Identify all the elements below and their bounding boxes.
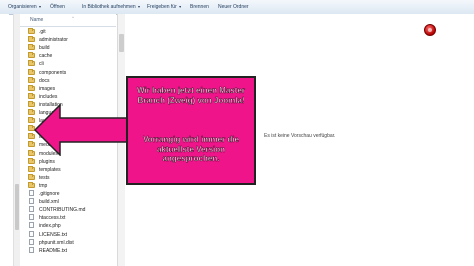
burn-label: Brennen [190, 4, 209, 10]
item-name: CONTRIBUTING.md [39, 207, 86, 214]
share-label: Freigeben für [147, 4, 177, 10]
folder-icon [28, 157, 35, 164]
folder-icon [28, 165, 35, 172]
callout-arrow-shape [34, 104, 130, 156]
file-icon [29, 222, 34, 229]
folder-row[interactable]: plugins [28, 157, 114, 166]
folder-row[interactable]: tmp [28, 181, 114, 190]
folder-icon [28, 181, 35, 188]
item-name: README.txt [39, 247, 68, 254]
folder-row[interactable]: .git [28, 28, 114, 36]
navigation-scrollbar[interactable] [13, 14, 20, 266]
navigation-pane-edge [0, 14, 9, 266]
help-icon[interactable] [424, 24, 436, 36]
item-name: build.xml [39, 199, 59, 206]
file-icon [29, 206, 34, 213]
callout-text-branch: Wir haben jetzt einen Master Branch (Zwe… [137, 86, 245, 105]
organize-button[interactable]: Organisieren ▾ [8, 3, 41, 11]
item-name: build [39, 45, 50, 52]
library-label: In Bibliothek aufnehmen [82, 4, 136, 10]
file-row[interactable]: htaccess.txt [28, 214, 114, 222]
organize-label: Organisieren [8, 4, 37, 10]
folder-row[interactable]: build [28, 44, 114, 52]
folder-row[interactable]: images [28, 84, 114, 93]
item-name: .gitignore [39, 191, 60, 197]
item-name: cache [39, 53, 53, 60]
command-bar: Organisieren ▾ Öffnen In Bibliothek aufn… [0, 0, 474, 15]
folder-icon [28, 36, 35, 43]
item-name: tests [39, 174, 50, 181]
folder-icon [28, 92, 35, 99]
item-name: plugins [39, 158, 55, 165]
callout-arrow [34, 104, 130, 156]
item-name: images [39, 85, 56, 92]
sort-arrow-icon: ^ [72, 15, 74, 20]
folder-icon [28, 60, 35, 67]
file-row[interactable]: LICENSE.txt [28, 230, 114, 239]
chevron-down-icon: ▾ [39, 4, 42, 9]
preview-message: Es ist keine Vorschau verfügbar. [264, 133, 336, 139]
file-icon [29, 230, 34, 237]
column-name-label: Name [30, 17, 44, 23]
file-icon [29, 198, 34, 205]
item-name: templates [39, 166, 61, 173]
item-name: htaccess.txt [39, 215, 66, 222]
folder-row[interactable]: components [28, 68, 114, 77]
folder-icon [28, 84, 35, 91]
file-row[interactable]: README.txt [28, 246, 114, 255]
library-button[interactable]: In Bibliothek aufnehmen ▾ [82, 3, 140, 11]
file-icon [29, 246, 34, 253]
new-folder-label: Neuer Ordner [218, 4, 249, 10]
folder-row[interactable]: templates [28, 165, 114, 174]
item-name: .git [39, 29, 46, 35]
folder-icon [28, 173, 35, 180]
burn-button[interactable]: Brennen [190, 3, 209, 11]
item-name: includes [39, 93, 58, 100]
item-name: administrator [39, 37, 68, 44]
folder-row[interactable]: cli [28, 60, 114, 68]
chevron-down-icon: ▾ [138, 4, 141, 9]
new-folder-button[interactable]: Neuer Ordner [218, 3, 249, 11]
item-name: phpunit.xml.dist [39, 239, 74, 246]
item-name: index.php [39, 223, 61, 230]
column-header-name[interactable]: Name ^ [20, 15, 116, 27]
open-label: Öffnen [50, 4, 65, 10]
item-name: components [39, 69, 67, 76]
folder-row[interactable]: includes [28, 92, 114, 101]
file-row[interactable]: .gitignore [28, 190, 114, 198]
explorer-window: Organisieren ▾ Öffnen In Bibliothek aufn… [0, 0, 474, 266]
folder-icon [28, 28, 35, 34]
folder-icon [28, 52, 35, 59]
item-name: docs [39, 77, 50, 84]
item-name: cli [39, 61, 44, 68]
item-name: tmp [39, 182, 48, 189]
navigation-scrollbar-thumb[interactable] [15, 184, 19, 230]
file-row[interactable]: phpunit.xml.dist [28, 238, 114, 247]
folder-row[interactable]: administrator [28, 36, 114, 44]
file-row[interactable]: CONTRIBUTING.md [28, 206, 114, 214]
folder-row[interactable]: tests [28, 173, 114, 182]
chevron-down-icon: ▾ [179, 4, 182, 9]
file-row[interactable]: build.xml [28, 198, 114, 206]
callout-box: Wir haben jetzt einen Master Branch (Zwe… [126, 76, 256, 185]
file-icon [29, 190, 34, 196]
callout-text-version: Vorrangig wird immer die aktuellste Vers… [143, 135, 239, 163]
file-row[interactable]: index.php [28, 222, 114, 230]
folder-row[interactable]: docs [28, 76, 114, 85]
item-name: LICENSE.txt [39, 231, 68, 238]
folder-icon [28, 68, 35, 75]
folder-icon [28, 44, 35, 51]
open-button[interactable]: Öffnen [50, 3, 65, 11]
file-list-scrollbar-thumb[interactable] [119, 34, 124, 52]
share-button[interactable]: Freigeben für ▾ [147, 3, 181, 11]
file-icon [29, 238, 34, 245]
file-icon [29, 214, 34, 221]
folder-row[interactable]: cache [28, 52, 114, 60]
folder-icon [28, 76, 35, 83]
